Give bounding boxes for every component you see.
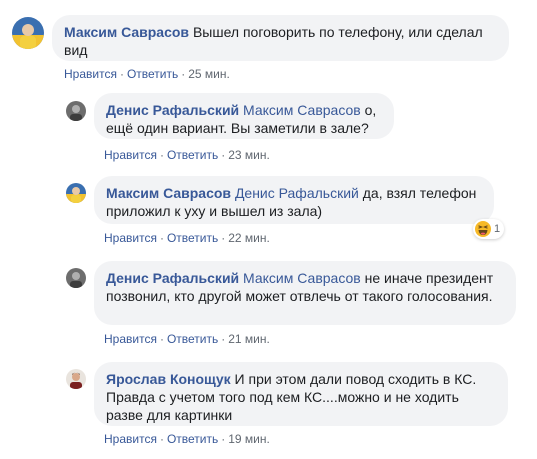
reaction-count: 1 xyxy=(494,223,501,235)
avatar[interactable] xyxy=(66,268,86,288)
timestamp[interactable]: 21 мин. xyxy=(228,332,270,346)
reply-button[interactable]: Ответить xyxy=(167,432,218,446)
timestamp[interactable]: 25 мин. xyxy=(188,67,230,81)
comment-bubble: Денис Рафальский Максим Саврасов о, ещё … xyxy=(94,93,394,139)
mention-link[interactable]: Максим Саврасов xyxy=(243,102,361,118)
comment-actions: Нравится · Ответить · 19 мин. xyxy=(104,432,270,446)
reply-button[interactable]: Ответить xyxy=(167,148,218,162)
reply-button[interactable]: Ответить xyxy=(167,231,218,245)
comment-author[interactable]: Максим Саврасов xyxy=(64,24,189,40)
comment-actions: Нравится · Ответить · 23 мин. xyxy=(104,148,270,162)
comment-actions: Нравится · Ответить · 22 мин. xyxy=(104,231,270,245)
comment-bubble: Ярослав Конощук И при этом дали повод сх… xyxy=(94,362,508,426)
comment-author[interactable]: Денис Рафальский xyxy=(106,270,239,286)
comment-actions: Нравится · Ответить · 21 мин. xyxy=(104,332,270,346)
user-avatar-icon xyxy=(66,268,86,288)
user-avatar-icon xyxy=(66,101,86,121)
reply-button[interactable]: Ответить xyxy=(167,332,218,346)
mention-link[interactable]: Максим Саврасов xyxy=(243,270,361,286)
like-button[interactable]: Нравится xyxy=(64,67,117,81)
like-button[interactable]: Нравится xyxy=(104,231,157,245)
avatar[interactable] xyxy=(66,369,86,389)
like-button[interactable]: Нравится xyxy=(104,148,157,162)
haha-emoji-icon xyxy=(475,221,491,237)
avatar[interactable] xyxy=(66,183,86,203)
mention-link[interactable]: Денис Рафальский xyxy=(235,185,359,201)
like-button[interactable]: Нравится xyxy=(104,432,157,446)
comment-author[interactable]: Денис Рафальский xyxy=(106,102,239,118)
comment-bubble: Максим Саврасов Вышел поговорить по теле… xyxy=(52,15,509,61)
reply-button[interactable]: Ответить xyxy=(127,67,178,81)
avatar[interactable] xyxy=(66,101,86,121)
user-avatar-icon xyxy=(12,17,44,49)
comment-author[interactable]: Максим Саврасов xyxy=(106,185,231,201)
user-avatar-icon xyxy=(66,183,86,203)
comment-actions: Нравится · Ответить · 25 мин. xyxy=(64,67,230,81)
like-button[interactable]: Нравится xyxy=(104,332,157,346)
timestamp[interactable]: 22 мин. xyxy=(228,231,270,245)
timestamp[interactable]: 19 мин. xyxy=(228,432,270,446)
user-avatar-icon xyxy=(66,369,86,389)
reaction-summary[interactable]: 1 xyxy=(473,219,505,239)
comment-bubble: Денис Рафальский Максим Саврасов не инач… xyxy=(94,261,516,325)
comment-bubble: Максим Саврасов Денис Рафальский да, взя… xyxy=(94,176,494,224)
comment-author[interactable]: Ярослав Конощук xyxy=(106,371,231,387)
avatar[interactable] xyxy=(12,17,44,49)
timestamp[interactable]: 23 мин. xyxy=(228,148,270,162)
